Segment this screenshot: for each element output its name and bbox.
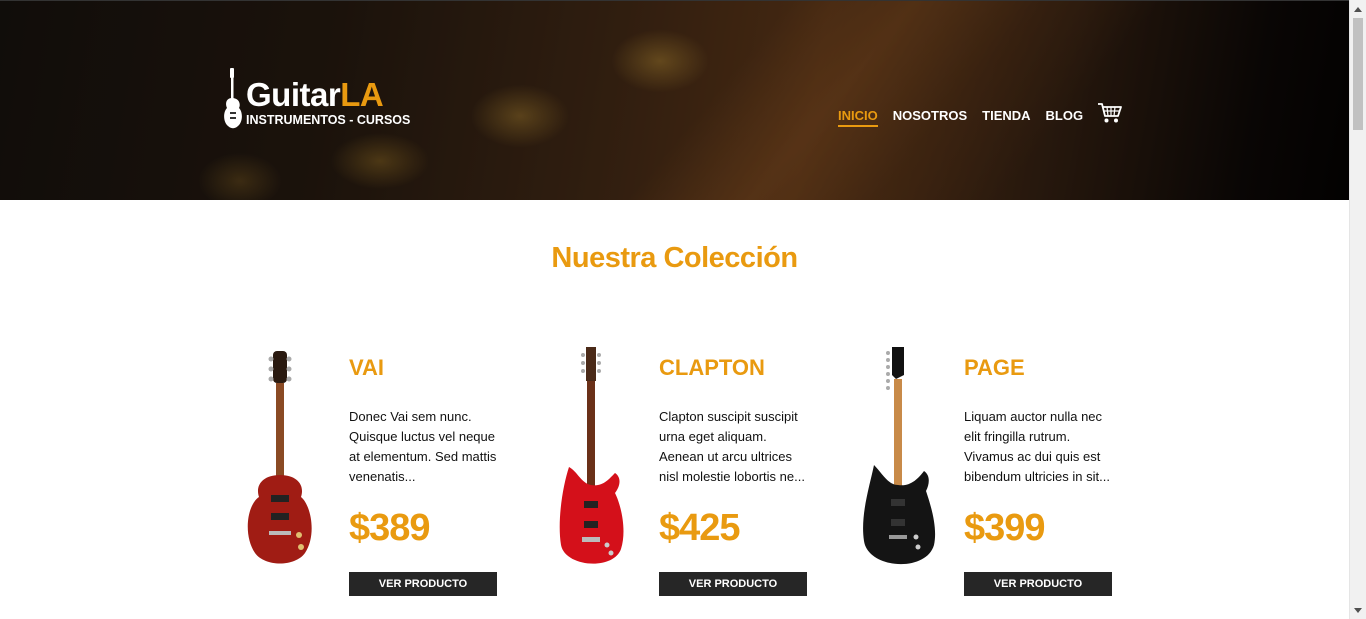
scroll-up-arrow-icon[interactable] xyxy=(1350,2,1366,16)
main-nav: INICIO NOSOTROS TIENDA BLOG xyxy=(838,107,1098,127)
product-description: Clapton suscipit suscipit urna eget aliq… xyxy=(659,409,805,484)
ver-producto-button[interactable]: VER PRODUCTO xyxy=(659,572,807,596)
product-card: PAGE Liquam auctor nulla nec elit fringi… xyxy=(860,345,1160,605)
vertical-scrollbar[interactable] xyxy=(1349,0,1366,619)
shopping-cart-icon[interactable] xyxy=(1097,102,1123,124)
product-description: Liquam auctor nulla nec elit fringilla r… xyxy=(964,409,1110,484)
site-logo[interactable]: GuitarLA INSTRUMENTOS - CURSOS xyxy=(222,68,422,130)
section-title: Nuestra Colección xyxy=(551,242,798,274)
ver-producto-button[interactable]: VER PRODUCTO xyxy=(964,572,1112,596)
product-name: VAI xyxy=(349,355,385,380)
nav-link-blog[interactable]: BLOG xyxy=(1046,107,1084,125)
product-description: Donec Vai sem nunc. Quisque luctus vel n… xyxy=(349,409,497,484)
brand-tagline: INSTRUMENTOS - CURSOS xyxy=(246,113,411,127)
product-image-page xyxy=(863,347,936,565)
nav-link-tienda[interactable]: TIENDA xyxy=(982,107,1030,125)
product-image-vai xyxy=(247,351,312,564)
nav-link-nosotros[interactable]: NOSOTROS xyxy=(893,107,967,125)
scroll-down-arrow-icon[interactable] xyxy=(1350,603,1366,617)
product-image-clapton xyxy=(559,347,624,564)
product-card: VAI Donec Vai sem nunc. Quisque luctus v… xyxy=(245,345,545,605)
nav-link-inicio[interactable]: INICIO xyxy=(838,107,878,127)
guitar-logo-icon xyxy=(224,68,242,129)
product-price: $399 xyxy=(964,507,1046,549)
product-price: $425 xyxy=(659,507,741,549)
product-price: $389 xyxy=(349,507,431,549)
site-header: GuitarLA INSTRUMENTOS - CURSOS INICIO NO… xyxy=(0,0,1349,200)
product-card: CLAPTON Clapton suscipit suscipit urna e… xyxy=(555,345,855,605)
ver-producto-button[interactable]: VER PRODUCTO xyxy=(349,572,497,596)
scrollbar-thumb[interactable] xyxy=(1353,18,1363,130)
product-name: PAGE xyxy=(964,355,1025,380)
brand-name: GuitarLA xyxy=(246,76,384,113)
product-name: CLAPTON xyxy=(659,355,765,380)
